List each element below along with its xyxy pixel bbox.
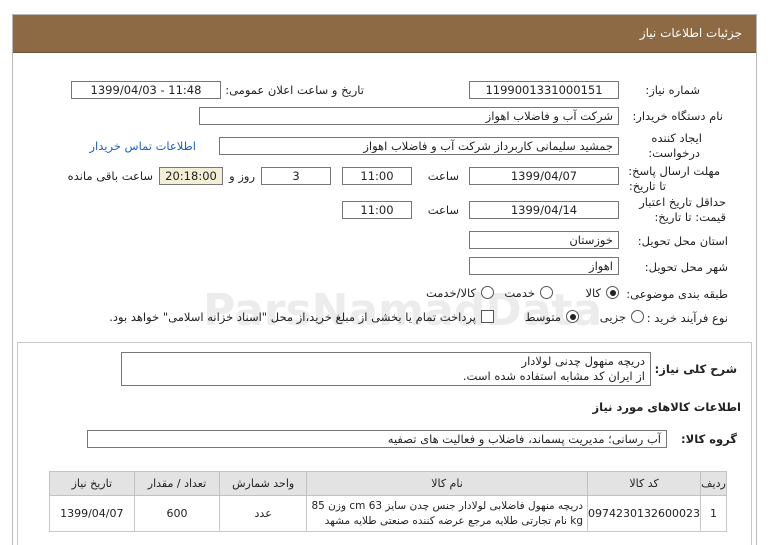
treasury-payment-checkbox[interactable] bbox=[481, 310, 494, 323]
purchase-medium-radio[interactable] bbox=[566, 310, 579, 323]
category-service-radio[interactable] bbox=[540, 286, 553, 299]
province-field: خوزستان bbox=[469, 231, 619, 249]
validity-time-label: ساعت bbox=[427, 203, 459, 217]
general-description-label: شرح کلی نیاز: bbox=[654, 362, 737, 376]
announce-label: تاریخ و ساعت اعلان عمومی: bbox=[225, 83, 364, 97]
goods-group-label: گروه کالا: bbox=[681, 432, 737, 446]
deadline-date-field: 1399/04/07 bbox=[469, 167, 619, 185]
cell-row: 1 bbox=[700, 495, 727, 532]
goods-group-field: آب رسانی؛ مدیریت پسماند، فاضلاب و فعالیت… bbox=[87, 430, 667, 448]
category-service-label: خدمت bbox=[504, 286, 535, 300]
col-name: نام کالا bbox=[305, 471, 589, 496]
cell-name-line-1: دریچه منهول فاضلابی لولادار جنس چدن سایز… bbox=[311, 499, 584, 512]
validity-date-field: 1399/04/14 bbox=[469, 201, 619, 219]
purchase-minor-label: جزیی bbox=[599, 310, 626, 324]
purchase-minor-radio[interactable] bbox=[631, 310, 644, 323]
days-field: 3 bbox=[261, 167, 331, 185]
creator-field: جمشید سلیمانی کاربرداز شرکت آب و فاضلاب … bbox=[219, 137, 619, 155]
col-unit: واحد شمارش bbox=[219, 471, 307, 496]
deadline-time-label: ساعت bbox=[427, 169, 459, 183]
cell-unit: عدد bbox=[219, 495, 307, 532]
city-field: اهواز bbox=[469, 257, 619, 275]
announce-datetime-field: 1399/04/03 - 11:48 bbox=[71, 81, 221, 99]
col-date: تاریخ نیاز bbox=[49, 471, 135, 496]
category-goods-service-label: کالا/خدمت bbox=[425, 286, 476, 300]
need-details-panel: جزئیات اطلاعات نیاز ParsNamadData مرکز ف… bbox=[12, 14, 757, 545]
col-code: کد کالا bbox=[587, 471, 702, 496]
category-goods-radio[interactable] bbox=[606, 286, 619, 299]
purchase-medium-label: متوسط bbox=[524, 310, 561, 324]
deadline-label-2: تا تاریخ: bbox=[628, 179, 666, 193]
cell-name: دریچه منهول فاضلابی لولادار جنس چدن سایز… bbox=[305, 495, 589, 532]
treasury-payment-note: پرداخت تمام یا بخشی از مبلغ خرید،از محل … bbox=[109, 310, 476, 324]
city-label: شهر محل تحویل: bbox=[644, 260, 728, 274]
validity-time-field: 11:00 bbox=[342, 201, 412, 219]
table-row: 1 0974230132600023 دریچه منهول فاضلابی ل… bbox=[49, 495, 727, 532]
validity-label-1: حداقل تاریخ اعتبار bbox=[639, 195, 726, 209]
creator-label-1: ایجاد کننده bbox=[651, 131, 702, 145]
need-number-label: شماره نیاز: bbox=[645, 83, 700, 97]
general-description-box: دریچه منهول چدنی لولادار از ایران کد مشا… bbox=[121, 352, 651, 386]
goods-table: ردیف کد کالا نام کالا واحد شمارش تعداد /… bbox=[49, 471, 727, 532]
category-label: طبقه بندی موضوعی: bbox=[626, 287, 728, 301]
deadline-label-1: مهلت ارسال پاسخ: bbox=[628, 164, 720, 178]
remaining-label: ساعت باقی مانده bbox=[67, 169, 153, 183]
goods-info-section: اطلاعات کالاهای مورد نیاز گروه کالا: آب … bbox=[17, 390, 752, 545]
cell-code: 0974230132600023 bbox=[587, 495, 702, 532]
buyer-field: شرکت آب و فاضلاب اهواز bbox=[199, 107, 619, 125]
col-row: ردیف bbox=[700, 471, 727, 496]
creator-label-2: درخواست: bbox=[648, 146, 700, 160]
deadline-time-field: 11:00 bbox=[342, 167, 412, 185]
goods-section-title: اطلاعات کالاهای مورد نیاز bbox=[592, 400, 741, 414]
col-qty: تعداد / مقدار bbox=[133, 471, 221, 496]
cell-qty: 600 bbox=[133, 495, 221, 532]
category-goods-service-radio[interactable] bbox=[481, 286, 494, 299]
cell-date: 1399/04/07 bbox=[49, 495, 135, 532]
title-bar: جزئیات اطلاعات نیاز bbox=[13, 15, 756, 53]
category-goods-label: کالا bbox=[585, 286, 601, 300]
general-description-line-2: از ایران کد مشابه استفاده شده است. bbox=[462, 369, 645, 383]
need-number-field: 1199001331000151 bbox=[469, 81, 619, 99]
buyer-label: نام دستگاه خریدار: bbox=[632, 109, 723, 123]
validity-label-2: قیمت: تا تاریخ: bbox=[654, 210, 726, 224]
goods-table-header: ردیف کد کالا نام کالا واحد شمارش تعداد /… bbox=[49, 471, 727, 496]
general-description-line-1: دریچه منهول چدنی لولادار bbox=[521, 354, 645, 368]
remaining-time-field: 20:18:00 bbox=[159, 167, 223, 185]
province-label: استان محل تحویل: bbox=[637, 234, 728, 248]
purchase-type-label: نوع فرآیند خرید : bbox=[646, 311, 728, 325]
days-label: روز و bbox=[229, 169, 255, 183]
buyer-contact-link[interactable]: اطلاعات تماس خریدار bbox=[89, 139, 196, 153]
page-title: جزئیات اطلاعات نیاز bbox=[639, 26, 742, 40]
cell-name-line-2: kg نام تجارتی طلایه مرجع عرضه کننده صنعت… bbox=[324, 514, 584, 527]
